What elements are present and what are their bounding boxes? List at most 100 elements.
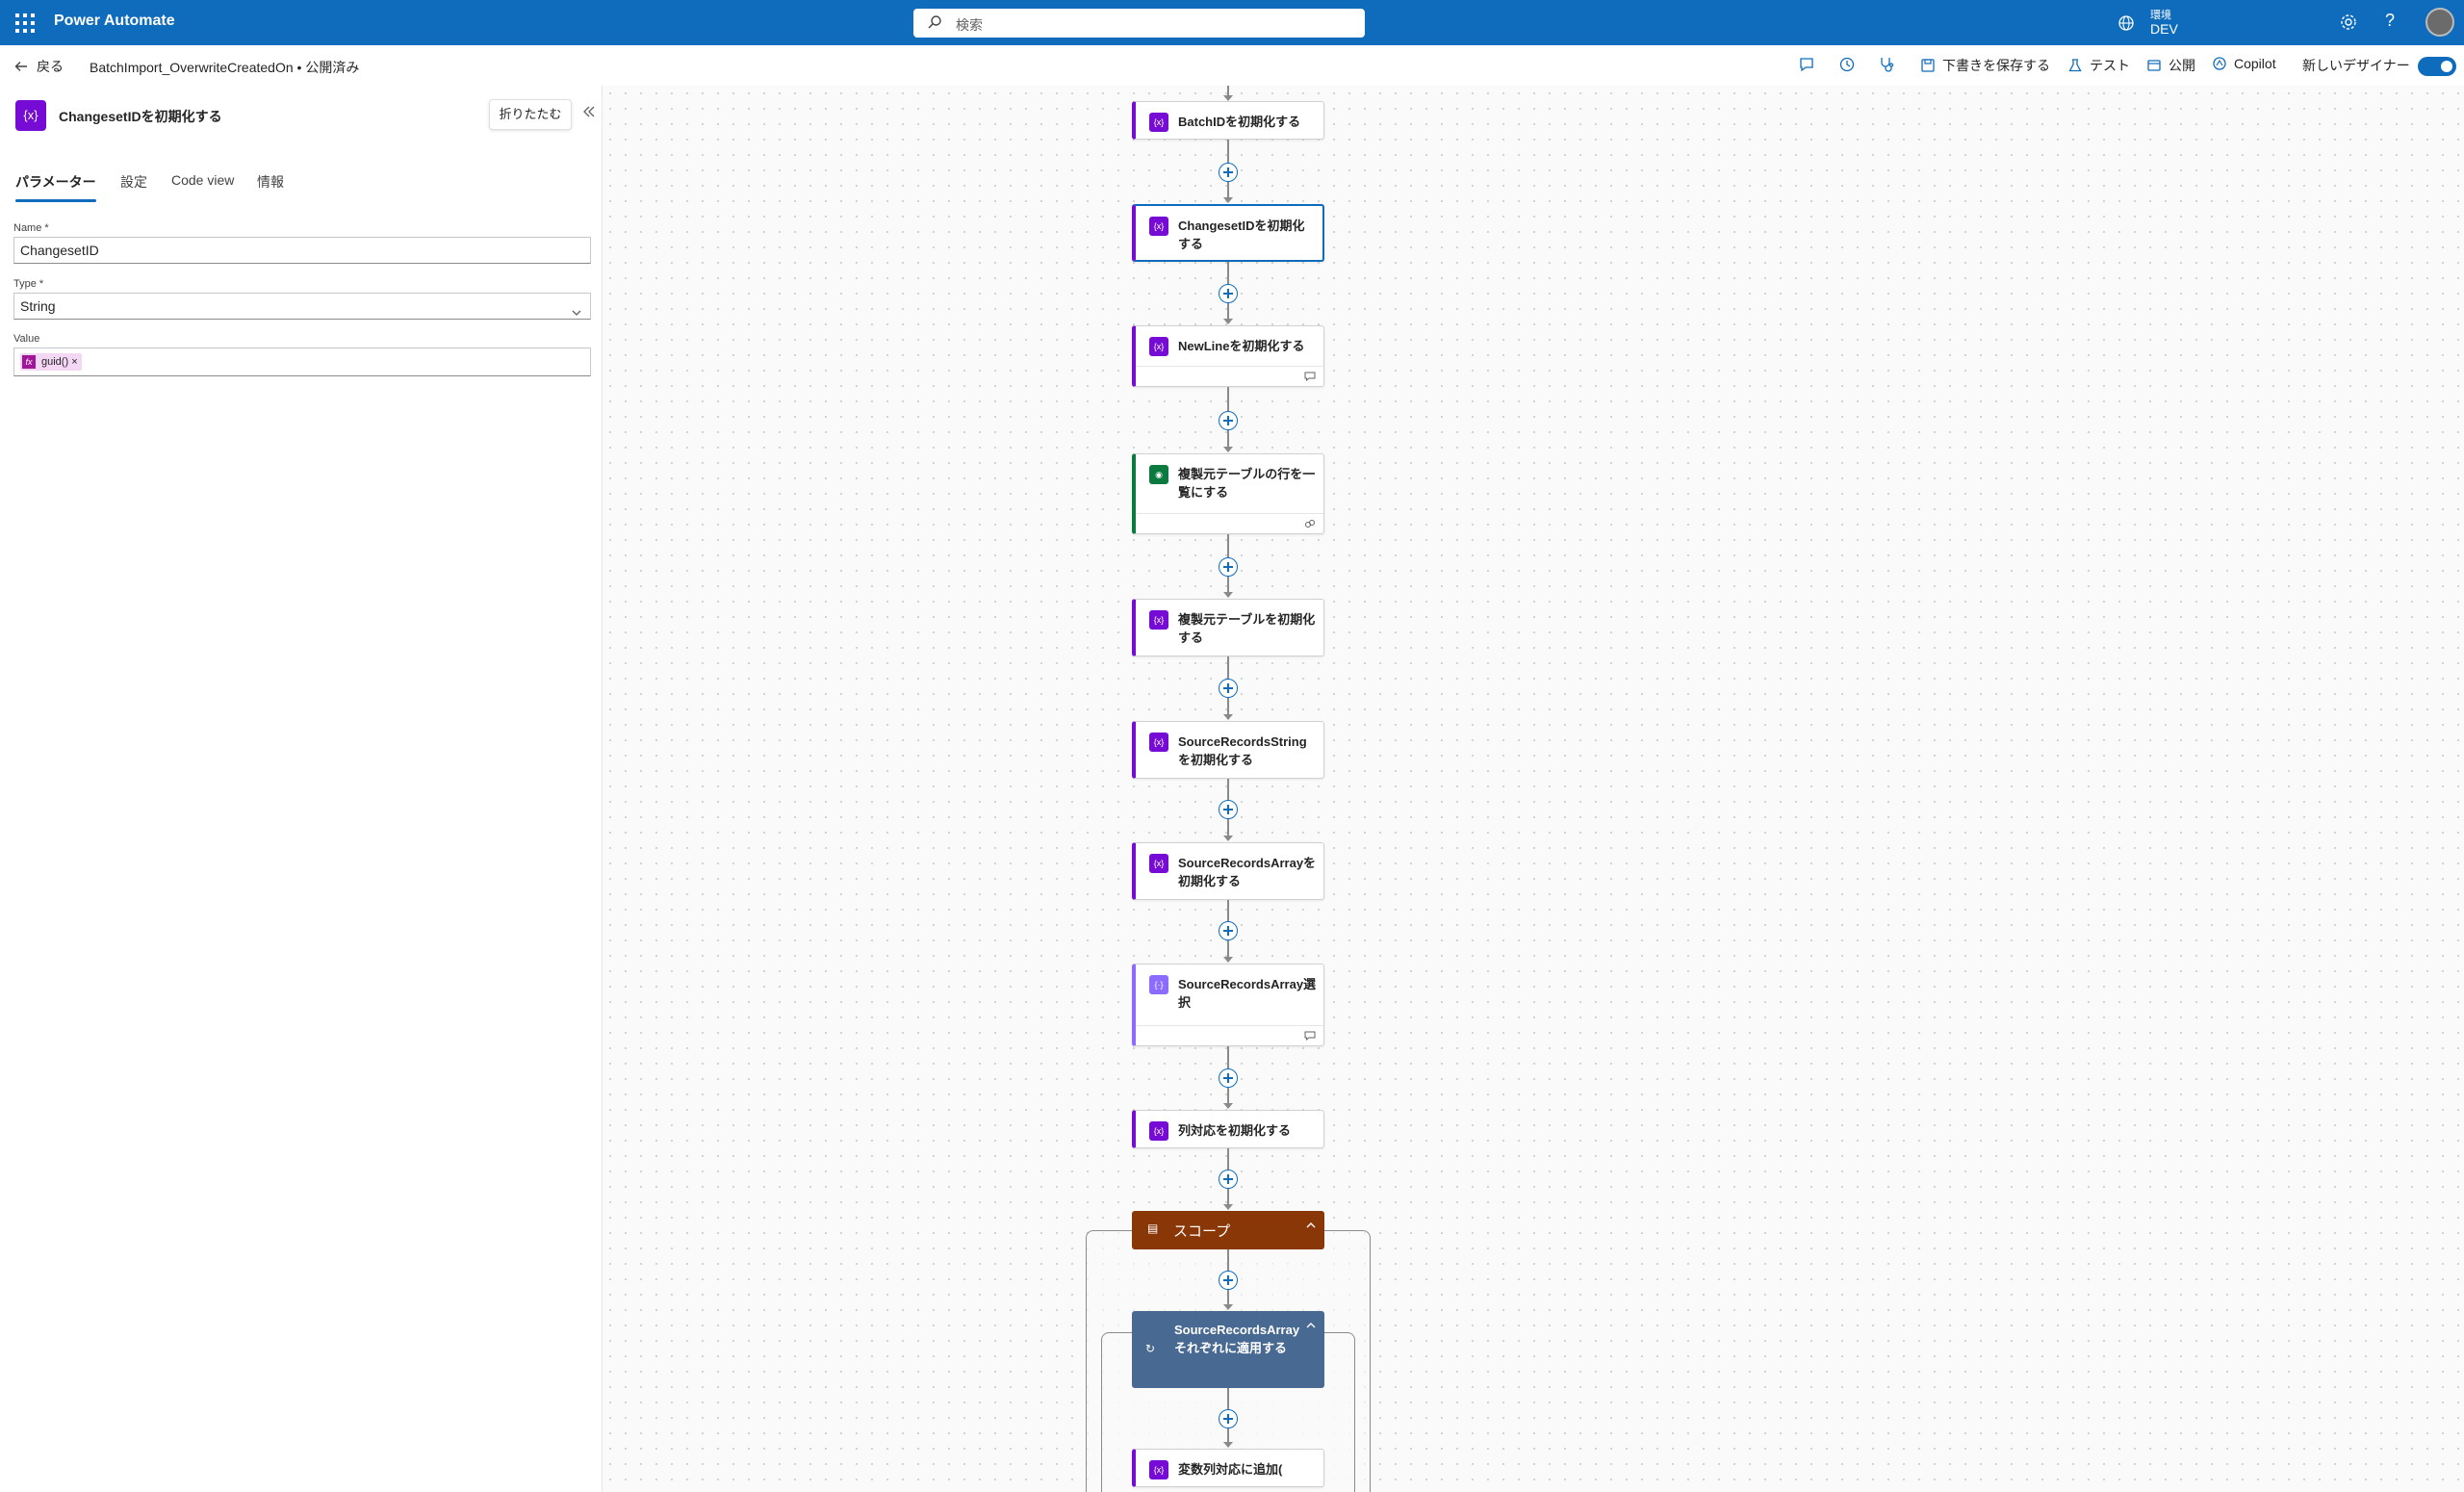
publish-button[interactable]: 公開 [2146, 56, 2195, 75]
step-title: ChangesetIDを初期化する [1178, 219, 1305, 251]
app-launcher-icon[interactable] [13, 12, 35, 33]
apply-to-each-header[interactable]: ↻ SourceRecordsArrayそれぞれに適用する [1132, 1311, 1324, 1388]
data-operation-icon: {·} [1149, 975, 1168, 994]
flow-step-column-mapping[interactable]: {x} 列対応を初期化する [1132, 1110, 1324, 1148]
help-icon[interactable]: ? [2385, 11, 2395, 31]
feedback-button[interactable] [1798, 56, 1815, 73]
back-label: 戻る [37, 59, 64, 74]
type-label: Type * [13, 278, 44, 290]
flow-step-batchid[interactable]: {x} BatchIDを初期化する [1132, 101, 1324, 140]
loop-icon: ↻ [1145, 1342, 1156, 1355]
step-footer [1136, 1025, 1323, 1045]
flow-step-select[interactable]: {·} SourceRecordsArray選択 [1132, 964, 1324, 1046]
variable-icon: {x} [1149, 854, 1168, 873]
insert-step-button[interactable] [1219, 800, 1238, 819]
publish-label: 公開 [2169, 58, 2195, 73]
comment-icon[interactable] [1304, 1030, 1316, 1042]
search-placeholder: 検索 [956, 17, 983, 33]
beaker-icon [2068, 59, 2082, 72]
step-title: SourceRecordsStringを初期化する [1178, 734, 1307, 767]
link-icon[interactable] [1304, 518, 1316, 529]
panel-title[interactable]: ChangesetIDを初期化する [59, 107, 222, 126]
type-dropdown[interactable]: String [13, 293, 591, 320]
connector-arrow [1223, 836, 1233, 841]
flow-step-newline[interactable]: {x} NewLineを初期化する [1132, 325, 1324, 387]
search-box[interactable]: 検索 [913, 9, 1365, 38]
insert-step-button[interactable] [1219, 411, 1238, 430]
connector-arrow [1223, 957, 1233, 963]
step-footer [1136, 366, 1323, 386]
scope-title: スコープ [1173, 1223, 1231, 1240]
chevron-down-icon [571, 301, 582, 326]
chevron-up-icon[interactable] [1305, 1319, 1317, 1336]
connector-arrow [1223, 447, 1233, 452]
type-value: String [20, 298, 56, 314]
collapse-button[interactable]: 折りたたむ [489, 99, 572, 130]
save-draft-label: 下書きを保存する [1942, 58, 2050, 73]
search-icon [927, 14, 942, 33]
insert-step-button[interactable] [1219, 1409, 1238, 1428]
variable-icon: {x} [1149, 1460, 1168, 1479]
tab-parameters[interactable]: パラメーター [15, 172, 96, 192]
new-designer-label: 新しいデザイナー [2302, 58, 2410, 73]
save-draft-button[interactable]: 下書きを保存する [1920, 56, 2050, 75]
scope-header[interactable]: ▤ スコープ [1132, 1211, 1324, 1249]
flow-canvas[interactable]: {x} BatchIDを初期化する {x} ChangesetIDを初期化する … [603, 86, 2464, 1492]
dataverse-icon: ◉ [1149, 465, 1168, 484]
step-title: SourceRecordsArrayを初期化する [1178, 856, 1317, 888]
breadcrumb: BatchImport_OverwriteCreatedOn • 公開済み [90, 60, 360, 75]
step-title: SourceRecordsArray選択 [1178, 977, 1317, 1010]
connector-arrow [1223, 714, 1233, 720]
copilot-icon [2213, 57, 2226, 70]
variable-icon: {x} [1149, 217, 1168, 236]
value-field[interactable]: fx guid() × [13, 347, 591, 376]
variable-icon: {x} [1149, 610, 1168, 630]
flow-step-changesetid[interactable]: {x} ChangesetIDを初期化する [1132, 204, 1324, 262]
settings-icon[interactable] [2339, 13, 2358, 37]
copilot-button[interactable]: Copilot [2212, 56, 2276, 71]
insert-step-button[interactable] [1219, 557, 1238, 577]
flow-checker-button[interactable] [1878, 56, 1895, 73]
insert-step-button[interactable] [1219, 163, 1238, 182]
history-button[interactable] [1838, 56, 1856, 73]
flow-step-append-variable[interactable]: {x} 変数列対応に追加( [1132, 1449, 1324, 1487]
name-field[interactable]: ChangesetID [13, 237, 591, 264]
variable-icon: {x} [15, 100, 46, 131]
insert-step-button[interactable] [1219, 1068, 1238, 1088]
tab-settings[interactable]: 設定 [120, 172, 147, 192]
variable-icon: {x} [1149, 337, 1168, 356]
connector-arrow [1223, 592, 1233, 598]
test-button[interactable]: テスト [2067, 56, 2130, 75]
tab-code-view[interactable]: Code view [171, 172, 234, 188]
save-icon [1921, 59, 1935, 72]
insert-step-button[interactable] [1219, 921, 1238, 940]
token-remove-icon[interactable]: × [71, 356, 77, 368]
tab-about[interactable]: 情報 [257, 172, 284, 192]
insert-step-button[interactable] [1219, 679, 1238, 698]
variable-icon: {x} [1149, 113, 1168, 132]
variable-icon: {x} [1149, 733, 1168, 752]
step-title: 複製元テーブルの行を一覧にする [1178, 467, 1316, 500]
flow-step-source-records-array[interactable]: {x} SourceRecordsArrayを初期化する [1132, 842, 1324, 900]
flow-step-list-rows[interactable]: ◉ 複製元テーブルの行を一覧にする [1132, 453, 1324, 534]
flow-step-source-records-string[interactable]: {x} SourceRecordsStringを初期化する [1132, 721, 1324, 779]
app-name[interactable]: Power Automate [54, 13, 175, 30]
insert-step-button[interactable] [1219, 284, 1238, 303]
flow-step-init-source-table[interactable]: {x} 複製元テーブルを初期化する [1132, 599, 1324, 656]
connector-arrow [1223, 1103, 1233, 1109]
new-designer-toggle[interactable] [2418, 57, 2456, 76]
comment-icon[interactable] [1304, 371, 1316, 382]
environment-picker[interactable]: 環境 DEV [2118, 5, 2214, 41]
copilot-label: Copilot [2234, 56, 2276, 71]
avatar[interactable] [2426, 8, 2454, 37]
expression-token[interactable]: fx guid() × [20, 353, 82, 371]
name-label: Name * [13, 222, 49, 234]
scope-icon: ▤ [1147, 1222, 1159, 1235]
insert-step-button[interactable] [1219, 1170, 1238, 1189]
chevron-up-icon[interactable] [1305, 1219, 1317, 1236]
insert-step-button[interactable] [1219, 1271, 1238, 1290]
history-icon [1839, 57, 1855, 72]
variable-icon: {x} [1149, 1121, 1168, 1141]
back-button[interactable]: 戻る [13, 57, 64, 76]
close-panel-icon[interactable] [582, 105, 596, 123]
